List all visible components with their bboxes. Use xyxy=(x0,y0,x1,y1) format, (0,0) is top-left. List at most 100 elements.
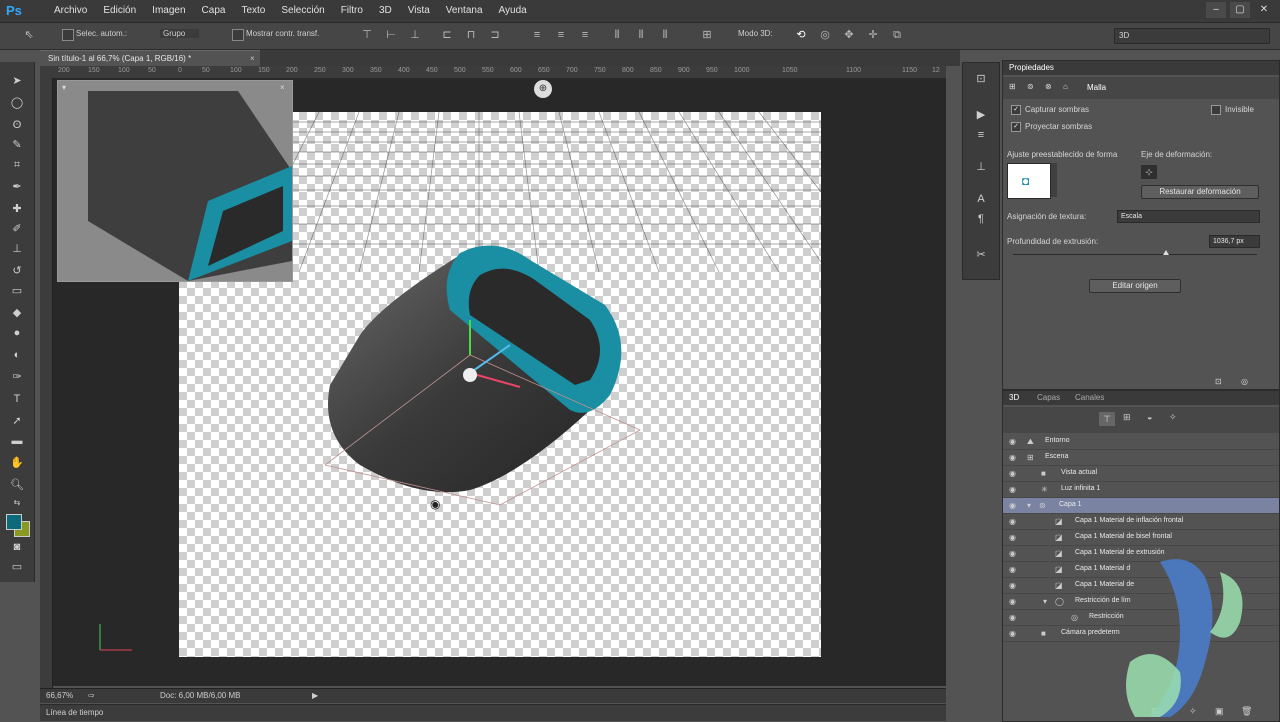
clone-stamp-tool-icon[interactable]: ⊥ xyxy=(8,240,26,258)
distribute-bottom-icon[interactable]: ≡ xyxy=(578,28,592,42)
3d-extruded-object[interactable] xyxy=(320,235,650,515)
invisible-checkbox[interactable] xyxy=(1211,105,1221,115)
visibility-eye-icon[interactable]: ◉ xyxy=(1009,565,1019,574)
move-tool-preset-icon[interactable]: ⇖ xyxy=(22,28,36,42)
menu-seleccion[interactable]: Selección xyxy=(273,5,332,16)
texture-mapping-select[interactable]: Escala xyxy=(1117,210,1260,223)
minimize-button[interactable]: – xyxy=(1206,2,1226,18)
history-brush-tool-icon[interactable]: ↺ xyxy=(8,262,26,280)
distribute-top-icon[interactable]: ≡ xyxy=(530,28,544,42)
menu-edicion[interactable]: Edición xyxy=(95,5,144,16)
visibility-eye-icon[interactable]: ◉ xyxy=(1009,613,1019,622)
maximize-button[interactable]: ▢ xyxy=(1230,2,1250,18)
align-hcenter-icon[interactable]: ⊓ xyxy=(464,28,478,42)
tab-3d[interactable]: 3D xyxy=(1009,393,1019,402)
zoom-level[interactable]: 66,67% xyxy=(46,691,73,700)
auto-select-dropdown[interactable]: Grupo xyxy=(160,29,200,38)
roll-3d-icon[interactable]: ◎ xyxy=(818,28,832,42)
blur-tool-icon[interactable]: ● xyxy=(8,324,26,342)
close-view-icon[interactable]: × xyxy=(280,83,285,92)
visibility-eye-icon[interactable]: ◉ xyxy=(1009,533,1019,542)
auto-align-icon[interactable]: ⊞ xyxy=(700,28,714,42)
properties-mask-icon[interactable]: ⊡ xyxy=(1215,377,1222,386)
marquee-tool-icon[interactable]: ◯ xyxy=(8,94,26,112)
distribute-vcenter-icon[interactable]: ≡ xyxy=(554,28,568,42)
visibility-eye-icon[interactable]: ◉ xyxy=(1009,469,1019,478)
extrusion-depth-input[interactable]: 1036,7 px xyxy=(1209,235,1260,248)
align-right-icon[interactable]: ⊐ xyxy=(488,28,502,42)
distribute-right-icon[interactable]: ⦀ xyxy=(658,28,672,42)
layer-row[interactable]: ◉ ◪ Capa 1 Material de bisel frontal xyxy=(1003,530,1279,546)
menu-texto[interactable]: Texto xyxy=(233,5,273,16)
status-export-icon[interactable]: ⇨ xyxy=(88,691,95,700)
pan-3d-icon[interactable]: ✥ xyxy=(842,28,856,42)
layer-row[interactable]: ◉ ◪ Capa 1 Material de inflación frontal xyxy=(1003,514,1279,530)
timeline-panel[interactable]: Línea de tiempo xyxy=(40,704,946,721)
visibility-eye-icon[interactable]: ◉ xyxy=(1009,485,1019,494)
visibility-eye-icon[interactable]: ◉ xyxy=(1009,517,1019,526)
layer-row[interactable]: ◉ ■ Vista actual xyxy=(1003,466,1279,482)
view-menu-icon[interactable]: ▾ xyxy=(62,83,66,92)
navigator-panel-icon[interactable]: ⊥ xyxy=(973,159,989,175)
eraser-tool-icon[interactable]: ▭ xyxy=(8,282,26,300)
brush-tool-icon[interactable]: ✐ xyxy=(8,220,26,238)
adjustments-panel-icon[interactable]: ≡ xyxy=(973,127,989,143)
coordinates-mode-icon[interactable]: ⌂ xyxy=(1063,82,1068,91)
visibility-eye-icon[interactable]: ◉ xyxy=(1009,501,1019,510)
reset-deformation-button[interactable]: Restaurar deformación xyxy=(1141,185,1259,199)
menu-3d[interactable]: 3D xyxy=(371,5,400,16)
mesh-mode-icon[interactable]: ⊞ xyxy=(1009,82,1016,91)
foreground-color-swatch[interactable] xyxy=(6,514,22,530)
expand-arrow-icon[interactable]: ▾ xyxy=(1043,597,1053,606)
move-tool-icon[interactable]: ➤ xyxy=(8,72,26,90)
lasso-tool-icon[interactable]: ʘ xyxy=(8,116,26,134)
close-button[interactable]: ✕ xyxy=(1254,2,1274,18)
orbit-3d-icon[interactable]: ⟲ xyxy=(794,28,808,42)
deform-axis-widget-icon[interactable]: ⊹ xyxy=(1141,165,1157,179)
visibility-eye-icon[interactable]: ◉ xyxy=(1009,549,1019,558)
slide-3d-icon[interactable]: ✛ xyxy=(866,28,880,42)
visibility-eye-icon[interactable]: ◉ xyxy=(1009,629,1019,638)
transform-controls-checkbox[interactable] xyxy=(232,29,244,41)
menu-ventana[interactable]: Ventana xyxy=(438,5,491,16)
path-selection-tool-icon[interactable]: ➚ xyxy=(8,412,26,430)
workspace-dropdown[interactable]: 3D xyxy=(1114,28,1270,44)
hand-tool-icon[interactable]: ✋ xyxy=(8,454,26,472)
quick-select-tool-icon[interactable]: ✎ xyxy=(8,136,26,154)
tab-canales[interactable]: Canales xyxy=(1075,393,1104,402)
visibility-eye-icon[interactable]: ◉ xyxy=(1009,597,1019,606)
menu-imagen[interactable]: Imagen xyxy=(144,5,193,16)
vertical-ruler[interactable] xyxy=(40,78,53,688)
visibility-eye-icon[interactable]: ◉ xyxy=(1009,581,1019,590)
scale-3d-icon[interactable]: ⧉ xyxy=(890,28,904,42)
properties-visibility-icon[interactable]: ◎ xyxy=(1241,377,1248,386)
character-panel-icon[interactable]: A xyxy=(973,191,989,207)
tab-capas[interactable]: Capas xyxy=(1037,393,1060,402)
filter-meshes-icon[interactable]: ⊞ xyxy=(1123,412,1131,423)
align-vcenter-icon[interactable]: ⊢ xyxy=(384,28,398,42)
history-panel-icon[interactable]: ⊡ xyxy=(973,71,989,87)
paint-bucket-tool-icon[interactable]: ◆ xyxy=(8,304,26,322)
layer-row[interactable]: ◉ ⊞ Escena xyxy=(1003,450,1279,466)
crop-tool-icon[interactable]: ⌗ xyxy=(8,156,26,174)
swap-colors-icon[interactable]: ⇆ xyxy=(8,494,26,512)
zoom-tool-icon[interactable]: 🔍︎ xyxy=(8,476,26,494)
menu-vista[interactable]: Vista xyxy=(400,5,438,16)
deform-mode-icon[interactable]: ⊚ xyxy=(1027,82,1034,91)
3d-orbit-widget-icon[interactable]: ⊕ xyxy=(534,80,552,98)
align-left-icon[interactable]: ⊏ xyxy=(440,28,454,42)
visibility-eye-icon[interactable]: ◉ xyxy=(1009,453,1019,462)
extrusion-slider-handle[interactable] xyxy=(1163,250,1169,255)
shape-preset-picker[interactable]: ◘ xyxy=(1007,163,1051,199)
cast-shadows-checkbox[interactable]: ✓ xyxy=(1011,122,1021,132)
eyedropper-tool-icon[interactable]: ✒ xyxy=(8,178,26,196)
edit-origin-button[interactable]: Editar origen xyxy=(1089,279,1181,293)
shape-tool-icon[interactable]: ▬ xyxy=(8,432,26,450)
menu-archivo[interactable]: Archivo xyxy=(46,5,95,16)
capture-shadows-checkbox[interactable]: ✓ xyxy=(1011,105,1021,115)
align-bottom-icon[interactable]: ⊥ xyxy=(408,28,422,42)
auto-select-checkbox[interactable] xyxy=(62,29,74,41)
distribute-left-icon[interactable]: ⦀ xyxy=(610,28,624,42)
quick-mask-icon[interactable]: ◙ xyxy=(8,538,26,556)
cap-mode-icon[interactable]: ⊗ xyxy=(1045,82,1052,91)
